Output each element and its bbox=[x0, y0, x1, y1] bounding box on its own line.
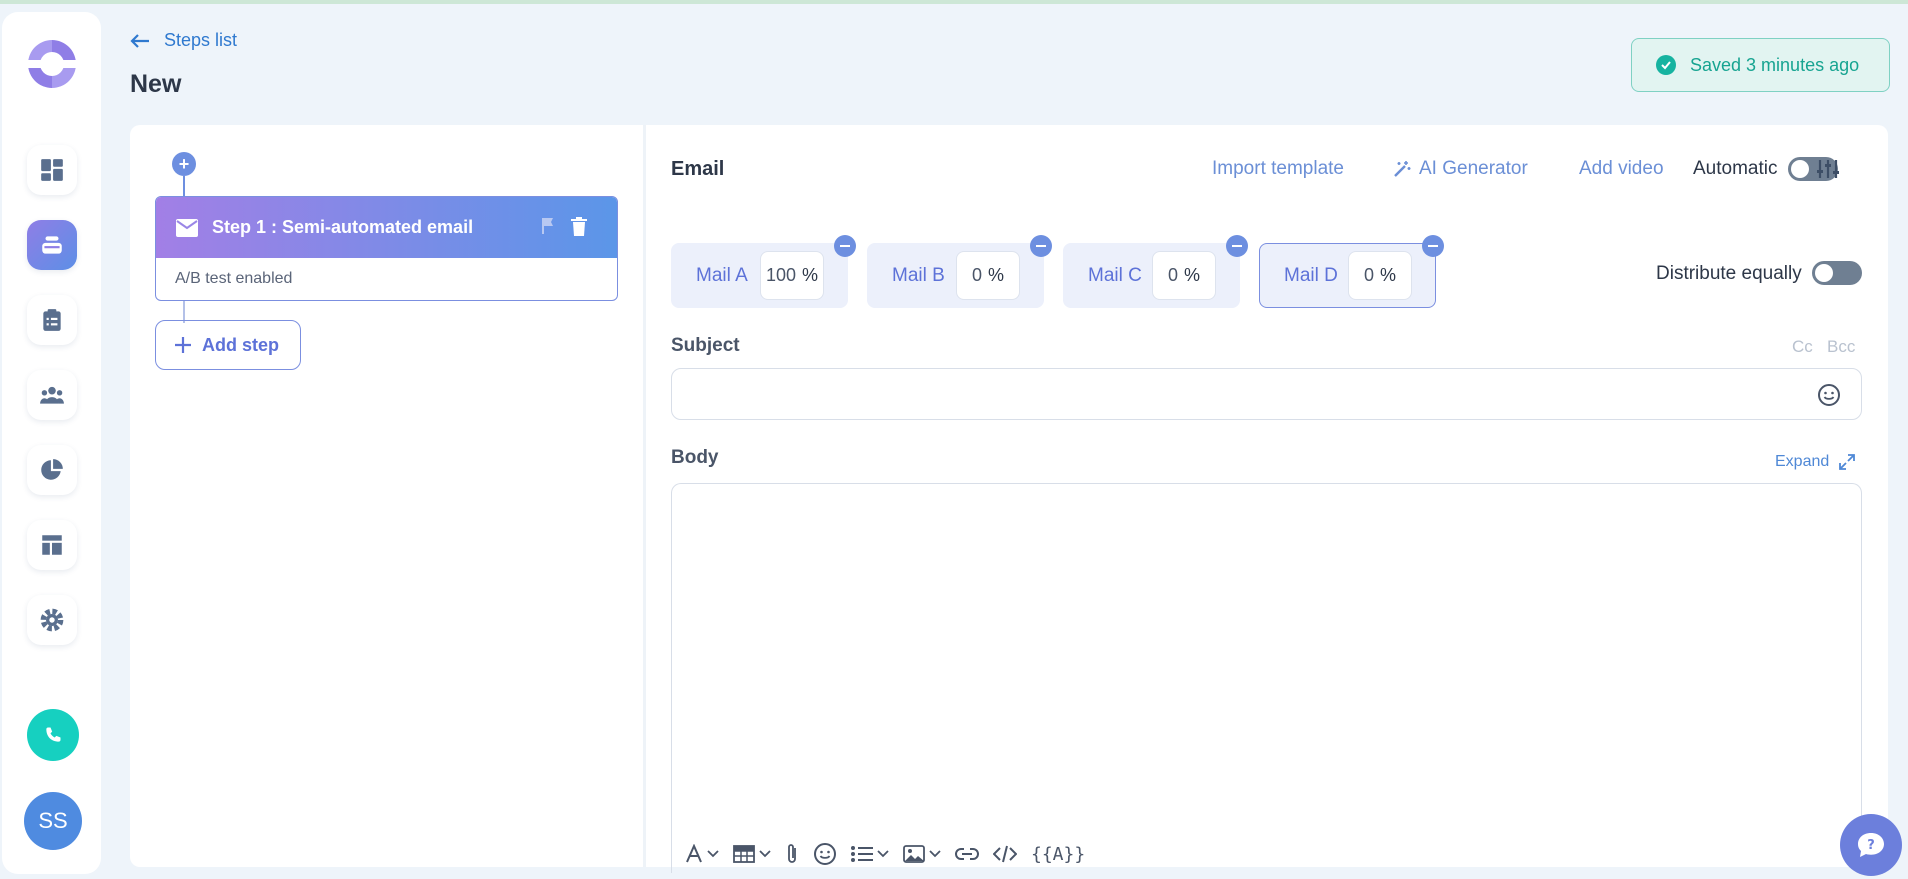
distribute-equally-label: Distribute equally bbox=[1656, 263, 1802, 284]
sidebar-item-settings[interactable] bbox=[27, 595, 77, 645]
subject-input[interactable] bbox=[671, 368, 1862, 420]
arrow-left-icon bbox=[130, 33, 149, 48]
font-icon bbox=[686, 844, 702, 863]
remove-variant-button[interactable] bbox=[834, 235, 856, 257]
text-format-tool[interactable] bbox=[685, 844, 719, 864]
editor-toolbar: {{A}} bbox=[685, 842, 1085, 866]
trash-icon[interactable] bbox=[571, 217, 587, 236]
sidebar-item-dashboard[interactable] bbox=[27, 145, 77, 195]
mail-variant-c[interactable]: Mail C 0% bbox=[1063, 235, 1248, 308]
reports-icon bbox=[41, 459, 63, 480]
expand-button[interactable]: Expand bbox=[1775, 453, 1856, 471]
ai-generator-link[interactable]: AI Generator bbox=[1393, 158, 1528, 180]
back-link-label: Steps list bbox=[164, 30, 238, 50]
bcc-link[interactable]: Bcc bbox=[1827, 337, 1855, 357]
back-link[interactable]: Steps list bbox=[130, 30, 237, 51]
mail-percentage-input[interactable]: 0% bbox=[1348, 251, 1412, 300]
sidebar-item-contacts[interactable] bbox=[27, 370, 77, 420]
mail-percentage-input[interactable]: 100% bbox=[760, 251, 824, 300]
sidebar-item-sequences[interactable] bbox=[27, 220, 77, 270]
magic-wand-icon bbox=[1394, 161, 1411, 177]
add-step-button[interactable]: Add step bbox=[155, 320, 301, 370]
check-icon bbox=[1656, 55, 1676, 75]
mail-variant-label: Mail C bbox=[1088, 264, 1142, 286]
table-tool[interactable] bbox=[733, 845, 771, 863]
body-editor[interactable] bbox=[671, 483, 1862, 873]
dashboard-icon bbox=[41, 159, 63, 181]
cc-link[interactable]: Cc bbox=[1792, 337, 1813, 357]
step-card[interactable]: Step 1 : Semi-automated email A/B test e… bbox=[155, 196, 618, 301]
flag-icon[interactable] bbox=[541, 217, 555, 235]
settings-icon bbox=[40, 608, 64, 632]
page-title: New bbox=[130, 70, 182, 98]
sidebar-item-templates[interactable] bbox=[27, 520, 77, 570]
phone-button[interactable] bbox=[27, 709, 79, 761]
plus-icon: + bbox=[178, 153, 190, 174]
saved-status-badge: Saved 3 minutes ago bbox=[1631, 38, 1890, 92]
code-icon[interactable] bbox=[993, 845, 1017, 863]
step-title: Step 1 : Semi-automated email bbox=[212, 217, 474, 237]
expand-label: Expand bbox=[1775, 453, 1830, 470]
chevron-down-icon bbox=[877, 850, 889, 858]
list-icon bbox=[851, 846, 873, 862]
chevron-down-icon bbox=[929, 850, 941, 858]
sliders-icon[interactable] bbox=[1817, 159, 1839, 179]
chevron-down-icon bbox=[707, 850, 719, 858]
emoji-icon[interactable] bbox=[1817, 383, 1841, 407]
email-section-title: Email bbox=[671, 158, 725, 180]
add-step-label: Add step bbox=[202, 334, 280, 355]
step-connector bbox=[183, 176, 185, 196]
templates-icon bbox=[42, 535, 62, 555]
subject-label: Subject bbox=[671, 335, 740, 356]
mail-variant-label: Mail B bbox=[892, 264, 945, 286]
sidebar-item-tasks[interactable] bbox=[27, 295, 77, 345]
editor-card: + Step 1 : Semi-automated email A/B test… bbox=[130, 125, 1888, 873]
envelope-icon bbox=[176, 218, 198, 237]
image-tool[interactable] bbox=[903, 845, 941, 863]
svg-text:?: ? bbox=[1867, 838, 1875, 853]
mail-variant-a[interactable]: Mail A 100% bbox=[671, 235, 856, 308]
sidebar-item-reports[interactable] bbox=[27, 445, 77, 495]
link-icon[interactable] bbox=[955, 847, 979, 861]
insert-step-button[interactable]: + bbox=[172, 152, 196, 176]
insert-variable-tool[interactable]: {{A}} bbox=[1031, 844, 1085, 865]
step-subtitle: A/B test enabled bbox=[175, 270, 293, 287]
saved-status-text: Saved 3 minutes ago bbox=[1690, 54, 1860, 75]
list-tool[interactable] bbox=[851, 845, 889, 863]
avatar[interactable]: SS bbox=[24, 792, 82, 850]
remove-variant-button[interactable] bbox=[1226, 235, 1248, 257]
tasks-icon bbox=[43, 309, 61, 331]
phone-icon bbox=[46, 727, 61, 742]
image-icon bbox=[903, 845, 925, 863]
attachment-icon[interactable] bbox=[785, 843, 799, 865]
remove-variant-button[interactable] bbox=[1422, 235, 1444, 257]
automatic-label: Automatic bbox=[1693, 158, 1778, 179]
add-video-link[interactable]: Add video bbox=[1579, 158, 1664, 180]
ai-generator-label: AI Generator bbox=[1419, 158, 1528, 179]
contacts-icon bbox=[40, 386, 64, 404]
mail-variant-label: Mail D bbox=[1284, 264, 1338, 286]
mail-variant-b[interactable]: Mail B 0% bbox=[867, 235, 1052, 308]
app-logo[interactable] bbox=[28, 40, 76, 88]
mail-variant-label: Mail A bbox=[696, 264, 748, 286]
mail-percentage-input[interactable]: 0% bbox=[956, 251, 1020, 300]
panel-divider bbox=[643, 125, 646, 867]
distribute-equally-toggle[interactable] bbox=[1812, 261, 1862, 285]
chevron-down-icon bbox=[759, 850, 771, 858]
remove-variant-button[interactable] bbox=[1030, 235, 1052, 257]
top-progress-line bbox=[0, 0, 1908, 4]
sidebar: SS bbox=[2, 12, 101, 874]
sequences-icon bbox=[42, 236, 62, 254]
step-header: Step 1 : Semi-automated email bbox=[156, 197, 617, 258]
expand-icon bbox=[1839, 454, 1856, 470]
table-icon bbox=[733, 845, 755, 863]
emoji-icon[interactable] bbox=[813, 842, 837, 866]
mail-percentage-input[interactable]: 0% bbox=[1152, 251, 1216, 300]
mail-variant-d[interactable]: Mail D 0% bbox=[1259, 235, 1444, 308]
help-chat-button[interactable]: ? bbox=[1840, 814, 1902, 876]
body-label: Body bbox=[671, 447, 719, 468]
help-chat-icon: ? bbox=[1858, 833, 1884, 857]
import-template-link[interactable]: Import template bbox=[1212, 158, 1344, 180]
plus-icon bbox=[175, 337, 191, 353]
